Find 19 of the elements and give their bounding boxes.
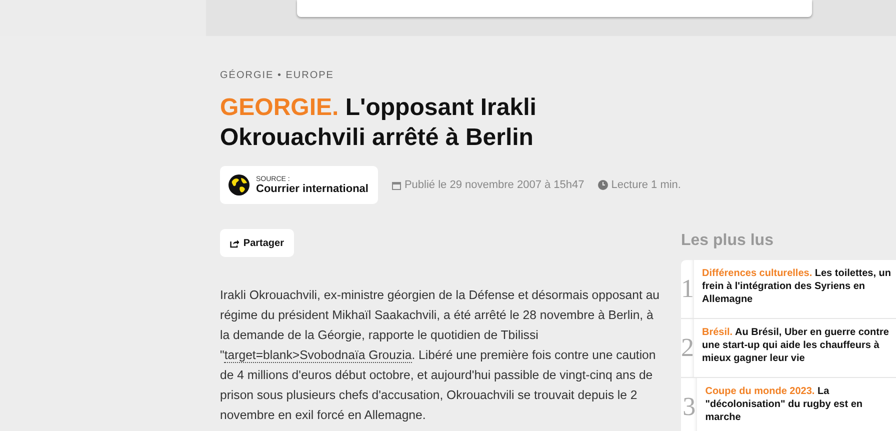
- breadcrumb: GÉORGIE • EUROPE: [220, 70, 335, 83]
- reading-time: Lecture 1 min.: [611, 179, 681, 191]
- rank-number: 2: [681, 319, 694, 377]
- globe-icon: [228, 174, 250, 196]
- article-paragraph: Irakli Okrouachvili, ex-ministre géorgien de la Défense et désormais opposant au régime du président Mikhaïl Saakachvili, a été arrêté le 28 novembre à Berlin, à la demande de la Géorgie, rapporte le quotidien de Tbilissi "target=blank>Svobodnaïa Grouzia. Libéré une première fois contre une caution de 4 millions d'euros début octobre, et aujourd'hui passible de vingt-cinq ans de prison sous plusieurs chefs d'accusation, Okrouachvili se trouvait depuis le 2 novembre en exil forcé en Allemagne.: [220, 287, 660, 424]
- calendar-icon: [392, 180, 402, 190]
- article-title: GEORGIE. L'opposant Irakli Okrouachvili arrêté à Berlin: [220, 93, 538, 153]
- share-button[interactable]: Partager: [220, 229, 294, 257]
- section-heading: Les plus lus: [681, 232, 774, 251]
- source-name: Courrier international: [256, 182, 368, 194]
- share-icon: [230, 238, 240, 248]
- rank-number: 1: [681, 260, 694, 318]
- publish-date: Publié le 29 novembre 2007 à 15h47: [404, 179, 584, 191]
- clock-icon: [598, 180, 608, 190]
- article-link[interactable]: Différences culturelles. Les toilettes, un frein à l'intégration des Syriens en Allemagne: [694, 260, 896, 318]
- source-link[interactable]: target=blank>Svobodnaïa Grouzia: [224, 348, 412, 363]
- article-link[interactable]: Coupe du monde 2023. La "décolonisation" du rugby est en marche: [697, 378, 896, 431]
- article-link[interactable]: Brésil. Au Brésil, Uber en guerre contre une start-up qui aide les chauffeurs à mieux gagner leur vie: [694, 319, 896, 377]
- rank-number: 3: [681, 378, 698, 431]
